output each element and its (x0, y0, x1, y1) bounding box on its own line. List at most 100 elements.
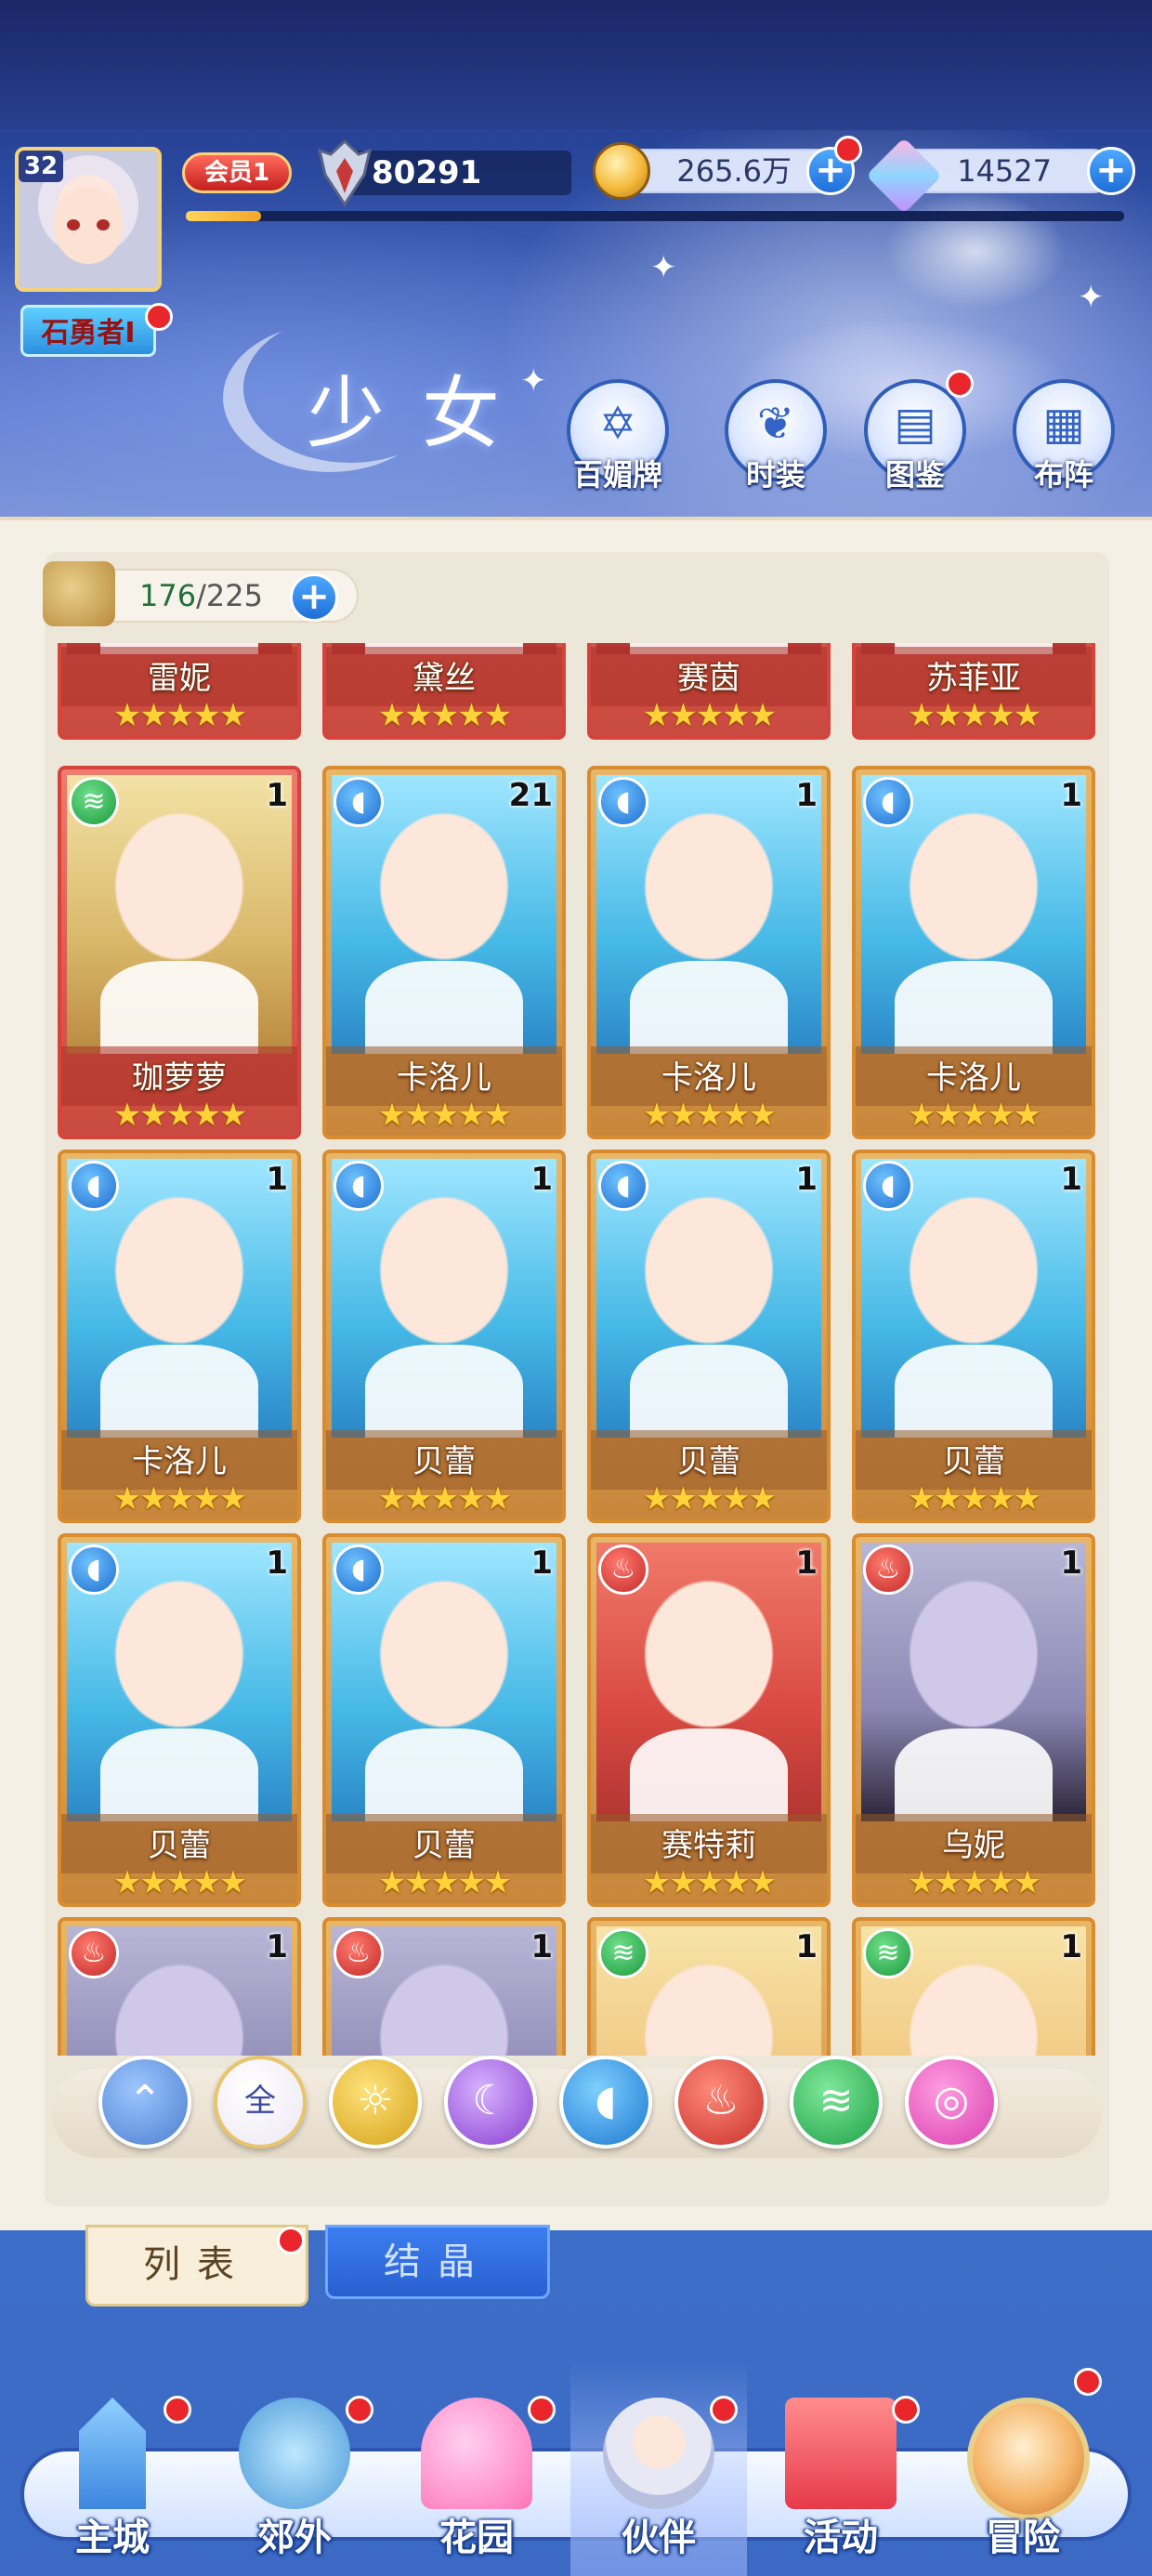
bottom-nav-activity[interactable]: 活动 (753, 2360, 929, 2576)
card-count: 1 (795, 1928, 818, 1965)
fire-element-icon[interactable]: ♨ (674, 2056, 767, 2149)
card-stars: ★★★★★ (112, 1097, 247, 1134)
charm-element-icon[interactable]: ◎ (905, 2056, 998, 2149)
nav-button-label: 图鉴 (884, 457, 945, 493)
compass-icon (967, 2398, 1090, 2520)
partner-card[interactable]: 苏菲亚 ★★★★★ (852, 643, 1095, 740)
fire-element-icon: ♨ (598, 1544, 648, 1595)
water-element-icon: ◖ (69, 1544, 119, 1595)
avatar-face (54, 188, 123, 264)
costume-icon: ❦ (756, 398, 795, 450)
portrait-outfit (895, 1345, 1053, 1438)
card-name: 乌妮 (942, 1827, 1005, 1864)
portrait-outfit (630, 1728, 788, 1821)
water-element-icon[interactable]: ◖ (559, 2056, 652, 2149)
capacity-current: 176 (139, 578, 197, 613)
formation-grid-icon: ▦ (1042, 398, 1085, 450)
card-count: 1 (266, 777, 288, 814)
fire-element-icon: ♨ (863, 1544, 913, 1595)
card-stars: ★★★★★ (377, 697, 512, 734)
partner-card[interactable]: ◖ 1 贝蕾 ★★★★★ (322, 1150, 566, 1523)
partner-card[interactable]: ♨ 1 赛特莉 ★★★★★ (587, 1533, 831, 1907)
partner-card-grid[interactable]: 雷妮 ★★★★★ 黛丝 ★★★★★ 赛茵 ★★★★★ 苏菲亚 ★★★★★ ≋ 1 珈萝萝 ★★★★★ ◖… (58, 643, 1098, 2056)
water-element-icon: ◖ (334, 1161, 384, 1211)
partner-card[interactable]: ◖ 1 卡洛儿 ★★★★★ (587, 766, 831, 1139)
add-gems-button[interactable]: + (1087, 147, 1135, 195)
nav-button-label: 布阵 (1033, 457, 1093, 493)
bottom-nav-partner[interactable]: 伙伴 (570, 2360, 747, 2576)
water-element-icon: ◖ (334, 777, 384, 827)
card-name: 珈萝萝 (132, 1059, 227, 1097)
partner-card[interactable]: ◖ 21 卡洛儿 ★★★★★ (322, 766, 566, 1139)
capacity-max: 225 (205, 578, 263, 613)
water-element-icon: ◖ (863, 777, 913, 827)
sun-element-icon[interactable]: ☼ (329, 2056, 422, 2149)
bottom-nav-suburb[interactable]: 郊外 (206, 2360, 383, 2576)
partner-card[interactable]: ◖ 1 卡洛儿 ★★★★★ (58, 1150, 301, 1523)
partner-card[interactable]: ◖ 1 贝蕾 ★★★★★ (587, 1150, 831, 1523)
bottom-nav-label: 伙伴 (622, 2517, 696, 2559)
partner-card[interactable]: ◖ 1 贝蕾 ★★★★★ (322, 1533, 566, 1907)
card-count: 1 (530, 1544, 553, 1582)
water-element-icon: ◖ (334, 1544, 384, 1595)
partner-card[interactable]: ♨ 1 (58, 1917, 301, 2056)
partner-card[interactable]: ◖ 1 卡洛儿 ★★★★★ (852, 766, 1095, 1139)
all-filter-icon[interactable]: 全 (214, 2056, 307, 2149)
partner-card[interactable]: ◖ 1 贝蕾 ★★★★★ (58, 1533, 301, 1907)
tab-list[interactable]: 列表 (85, 2225, 308, 2307)
bottom-nav-garden[interactable]: 花园 (388, 2360, 565, 2576)
castle-icon (79, 2398, 146, 2509)
card-name: 雷妮 (148, 660, 211, 697)
sparkle-icon: ✦ (1078, 279, 1105, 316)
notification-dot (892, 2396, 920, 2424)
card-name: 苏菲亚 (926, 660, 1021, 697)
partner-card[interactable]: 赛茵 ★★★★★ (587, 643, 831, 740)
wind-element-icon: ≋ (69, 777, 119, 827)
expand-capacity-button[interactable]: + (290, 573, 338, 622)
card-stars: ★★★★★ (112, 1864, 247, 1901)
partner-card[interactable]: 雷妮 ★★★★★ (58, 643, 301, 740)
partner-card[interactable]: ◖ 1 贝蕾 ★★★★★ (852, 1150, 1095, 1523)
avatar-eye (97, 219, 110, 230)
card-name: 卡洛儿 (926, 1059, 1021, 1097)
partner-card[interactable]: ♨ 1 (322, 1917, 566, 2056)
card-name: 卡洛儿 (132, 1443, 227, 1480)
card-name: 卡洛儿 (397, 1059, 491, 1097)
coin-icon (593, 142, 650, 200)
water-element-icon: ◖ (69, 1161, 119, 1211)
bottom-nav-adventure[interactable]: 冒险 (935, 2360, 1111, 2576)
vip-badge[interactable]: 会员1 (182, 152, 292, 193)
partner-card[interactable]: ≋ 1 (587, 1917, 831, 2056)
tab-crystal[interactable]: 结晶 (325, 2225, 550, 2299)
bag-icon (43, 561, 115, 626)
card-stars: ★★★★★ (907, 697, 1041, 734)
card-name: 贝蕾 (412, 1443, 476, 1480)
notification-dot (1074, 2368, 1102, 2396)
nav-button-label: 百媚牌 (572, 457, 662, 493)
partner-card[interactable]: ≋ 1 珈萝萝 ★★★★★ (58, 766, 301, 1139)
bottom-nav-label: 主城 (75, 2517, 150, 2559)
partner-icon (603, 2398, 714, 2509)
exp-bar (186, 211, 1124, 221)
username-plate[interactable]: 石勇者I (20, 305, 156, 357)
partner-card[interactable]: ≋ 1 (852, 1917, 1095, 2056)
card-count: 1 (795, 777, 818, 814)
moon-element-icon[interactable]: ☾ (444, 2056, 537, 2149)
light-element-icon[interactable]: ⌃ (98, 2056, 191, 2149)
bottom-nav: 主城 郊外 花园 伙伴 活动 冒险 (0, 2360, 1152, 2576)
nav-button-label: 时装 (745, 457, 805, 493)
card-name: 卡洛儿 (661, 1059, 756, 1097)
card-count: 1 (795, 1544, 818, 1582)
bottom-nav-castle[interactable]: 主城 (24, 2360, 201, 2576)
partner-card[interactable]: 黛丝 ★★★★★ (322, 643, 566, 740)
portrait-outfit (895, 961, 1053, 1054)
partner-panel: 176/225 + 雷妮 ★★★★★ 黛丝 ★★★★★ 赛茵 ★★★★★ 苏菲亚 ★★★★★ ≋… (0, 517, 1152, 2230)
card-stars: ★★★★★ (642, 1097, 777, 1134)
partner-card[interactable]: ♨ 1 乌妮 ★★★★★ (852, 1533, 1095, 1907)
header: ✦ ✦ ✦ 32 石勇者I 会员1 80291 265.6万 + 14527 +… (0, 0, 1152, 520)
suburb-icon (239, 2398, 350, 2509)
wind-element-icon[interactable]: ≋ (790, 2056, 883, 2149)
fire-element-icon: ♨ (334, 1928, 384, 1978)
card-stars: ★★★★★ (907, 1864, 1041, 1901)
sparkle-icon: ✦ (650, 249, 677, 286)
